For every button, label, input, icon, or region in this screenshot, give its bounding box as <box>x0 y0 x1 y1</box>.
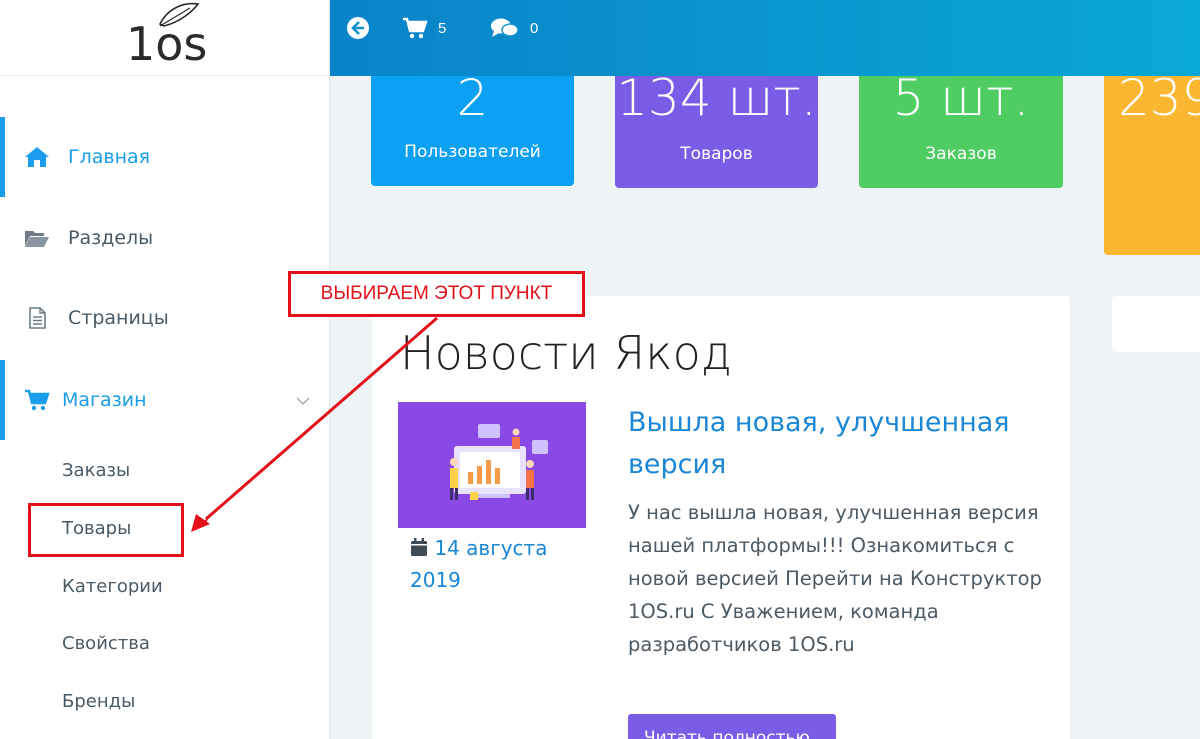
annotation-arrow <box>191 316 438 532</box>
annotation-callout: ВЫБИРАЕМ ЭТОТ ПУНКТ <box>288 271 585 317</box>
